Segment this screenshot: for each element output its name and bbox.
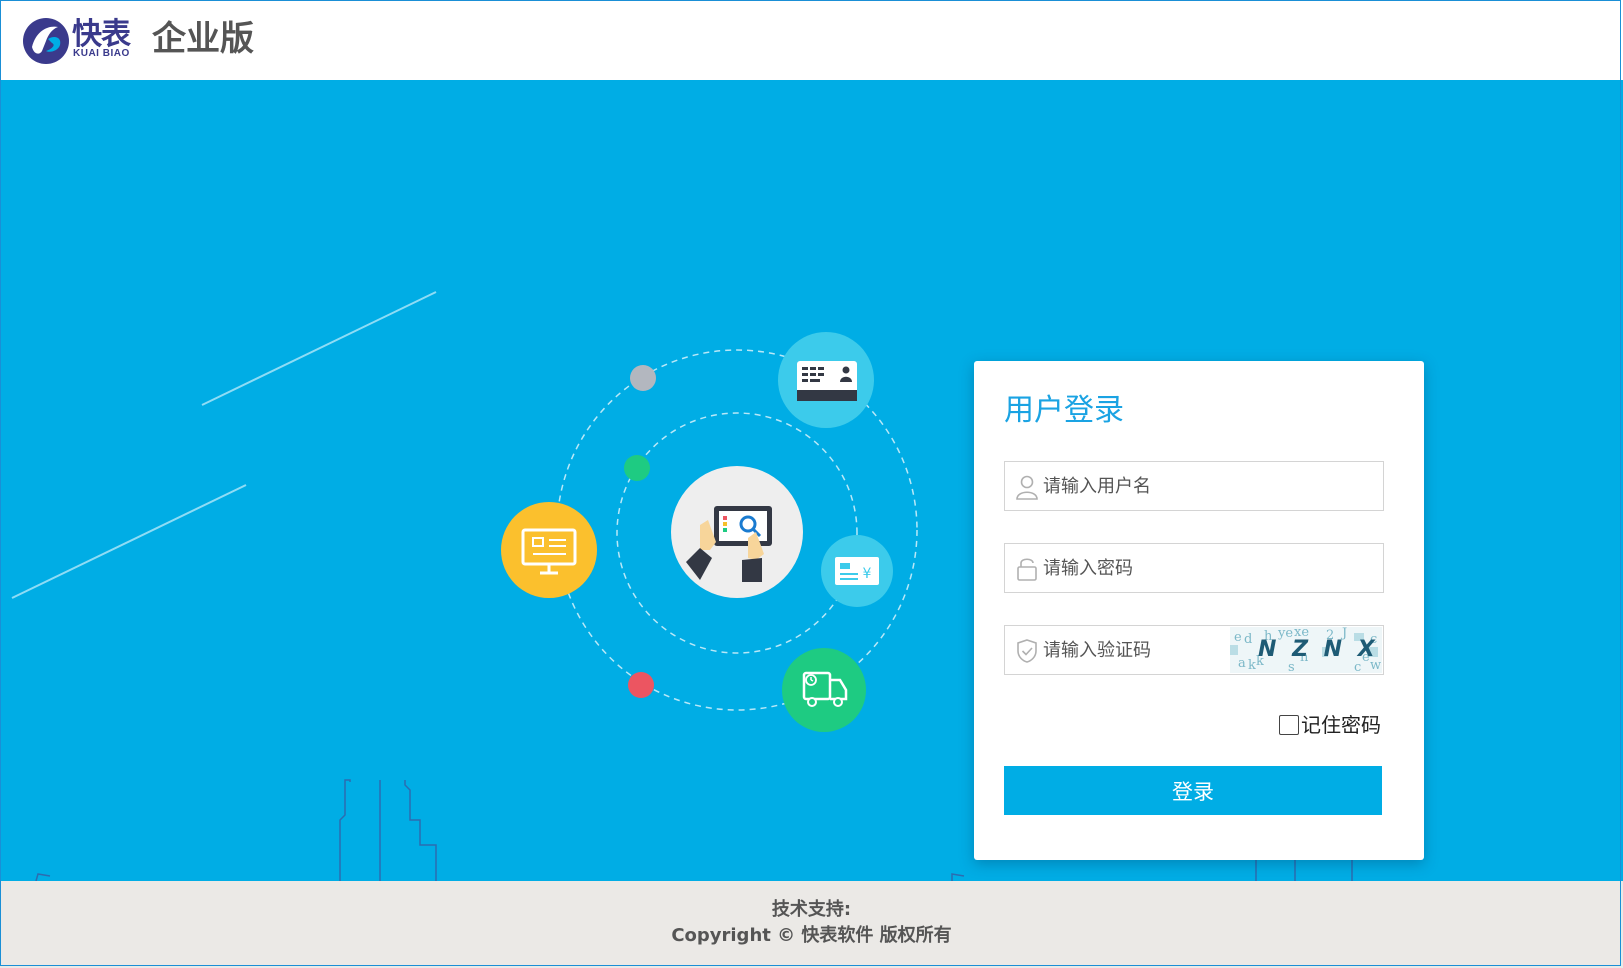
svg-text:e: e	[1234, 630, 1242, 645]
svg-text:a: a	[1238, 656, 1246, 671]
login-hero: ¥ 用户登录 请输入用户名 请输入验证码 e d h ye xe 2 J c a…	[0, 80, 1623, 881]
remember-checkbox[interactable]	[1279, 715, 1299, 735]
delivery-truck-icon	[782, 648, 866, 732]
svg-text:¥: ¥	[863, 566, 872, 582]
city-silhouette-left	[35, 779, 965, 881]
svg-text:k: k	[1248, 658, 1256, 673]
tech-support-label: 技术支持:	[771, 899, 852, 920]
gray-dot	[630, 365, 656, 391]
captcha-image[interactable]: edh ye xe 2 Jca kks new c N Z N X	[1230, 627, 1382, 673]
captcha-field[interactable]: edh yexe2 Jca kks new c N Z N X	[1004, 625, 1384, 675]
captcha-input[interactable]	[1043, 626, 1223, 674]
top-header: 快表 KUAI BIAO 企业版	[0, 0, 1623, 80]
login-title: 用户登录	[1004, 393, 1124, 428]
id-card-icon	[778, 332, 874, 428]
kuaibiao-logo-icon	[23, 18, 69, 64]
logo-chinese-name: 快表	[72, 17, 131, 52]
captcha-text: N Z N X	[1258, 637, 1379, 662]
copyright-text: Copyright © 快表软件 版权所有	[671, 925, 952, 946]
password-field[interactable]	[1004, 543, 1384, 593]
deco-line	[201, 291, 437, 406]
monitor-icon	[501, 502, 597, 598]
username-input[interactable]	[1043, 462, 1373, 510]
svg-text:d: d	[1244, 632, 1252, 647]
username-field[interactable]	[1004, 461, 1384, 511]
green-dot	[624, 455, 650, 481]
password-input[interactable]	[1043, 544, 1373, 592]
edition-label: 企业版	[152, 19, 254, 59]
login-card: 用户登录 edh	[974, 361, 1424, 860]
remember-label[interactable]: 记住密码	[1301, 710, 1381, 740]
deco-line	[11, 484, 247, 599]
shield-check-icon	[1017, 639, 1037, 663]
user-icon	[1016, 475, 1038, 500]
invoice-yen-icon: ¥	[821, 535, 893, 607]
tablet-search-icon	[671, 466, 803, 598]
lock-icon	[1017, 558, 1037, 581]
footer: 技术支持: Copyright © 快表软件 版权所有	[0, 881, 1623, 968]
logo-english-name: KUAI BIAO	[73, 48, 130, 59]
red-dot	[628, 672, 654, 698]
login-button[interactable]: 登录	[1004, 766, 1382, 815]
